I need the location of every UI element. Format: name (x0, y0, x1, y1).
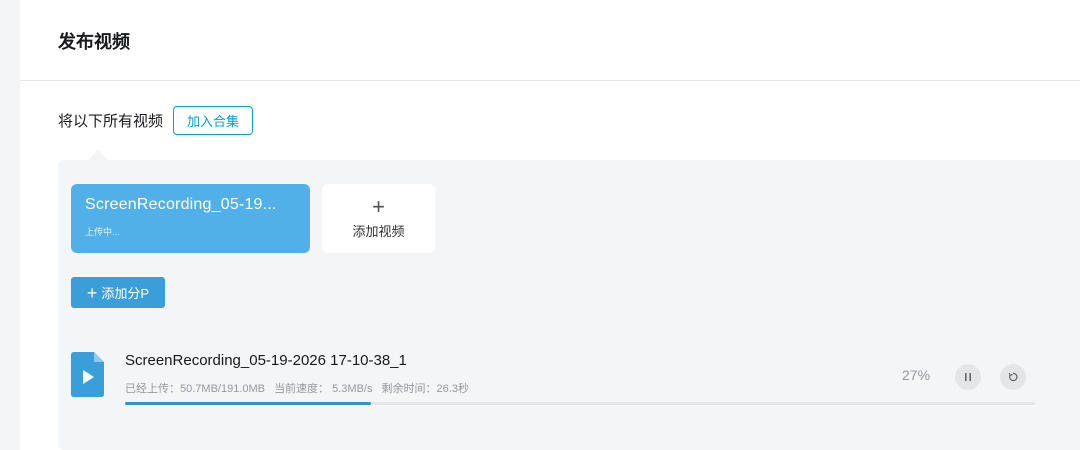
add-part-button[interactable]: + 添加分P (71, 277, 165, 308)
video-card[interactable]: ScreenRecording_05-19... 上传中... (71, 184, 310, 253)
upload-stats: 已经上传：50.7MB/191.0MB 当前速度： 5.3MB/s 剩余时间：2… (125, 380, 475, 396)
panel-caret (88, 150, 108, 160)
upload-speed: 当前速度： 5.3MB/s (274, 383, 373, 395)
page-title: 发布视频 (58, 32, 130, 52)
plus-icon: + (372, 194, 385, 219)
remaining-time: 剩余时间：26.3秒 (381, 383, 469, 395)
plus-icon: + (86, 282, 98, 303)
add-video-button[interactable]: + 添加视频 (322, 184, 435, 253)
upload-percent: 27% (902, 367, 931, 383)
collection-row: 将以下所有视频 加入合集 (58, 105, 254, 135)
video-card-status: 上传中... (85, 227, 120, 237)
upload-progress-fill (125, 402, 371, 405)
pause-button[interactable] (955, 364, 981, 390)
left-sidebar-strip (0, 0, 20, 450)
add-to-collection-button[interactable]: 加入合集 (173, 105, 254, 135)
retry-button[interactable] (1000, 364, 1026, 390)
add-video-label: 添加视频 (352, 224, 405, 239)
pause-icon (965, 373, 971, 381)
uploaded-size: 已经上传：50.7MB/191.0MB (125, 383, 265, 395)
video-file-icon (71, 352, 104, 397)
page-header: 发布视频 (20, 0, 1080, 81)
upload-progress-bar (125, 402, 1035, 405)
collection-label: 将以下所有视频 (58, 112, 164, 130)
upload-filename: ScreenRecording_05-19-2026 17-10-38_1 (125, 352, 407, 369)
retry-icon (1008, 372, 1018, 382)
add-part-label: 添加分P (101, 286, 150, 301)
video-card-title: ScreenRecording_05-19... (85, 196, 277, 213)
